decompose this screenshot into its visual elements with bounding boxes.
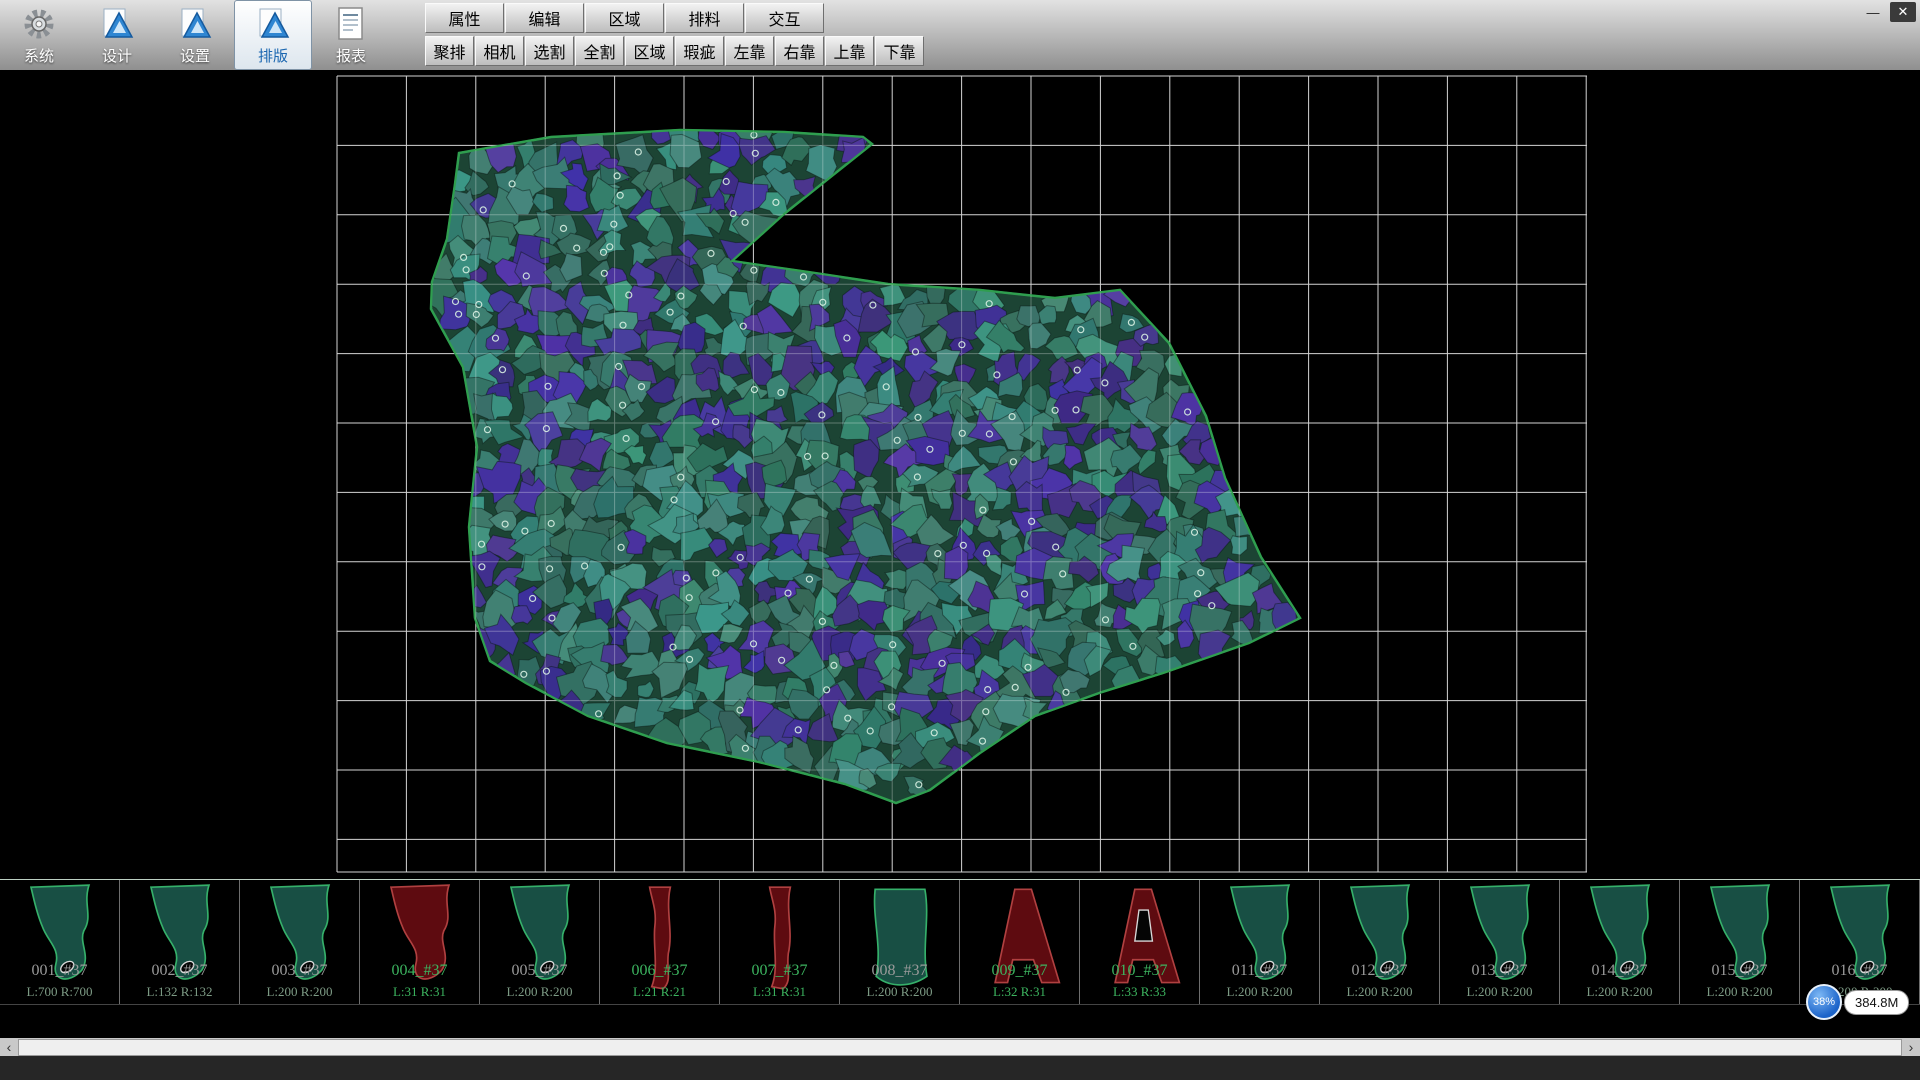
- piece-lr-count: L:32 R:31: [960, 984, 1079, 1000]
- piece-lr-count: L:21 R:21: [600, 984, 719, 1000]
- piece-thumbnail-13[interactable]: 013_#37 L:200 R:200: [1440, 880, 1560, 1004]
- piece-id: 014_#37: [1560, 962, 1679, 980]
- tool-button-cut-all[interactable]: 全割: [575, 36, 624, 66]
- piece-lr-count: L:132 R:132: [120, 984, 239, 1000]
- main-button-design[interactable]: 设计: [78, 0, 156, 70]
- tool-button-bar: 聚排相机选割全割区域瑕疵左靠右靠上靠下靠: [425, 36, 924, 66]
- piece-id: 006_#37: [600, 962, 719, 980]
- piece-lr-count: L:200 R:200: [840, 984, 959, 1000]
- nesting-canvas[interactable]: [0, 70, 1920, 879]
- piece-id: 008_#37: [840, 962, 959, 980]
- menu-tab-nesting[interactable]: 排料: [665, 3, 744, 33]
- piece-thumbnail-8[interactable]: 008_#37 L:200 R:200: [840, 880, 960, 1004]
- tool-button-region[interactable]: 区域: [625, 36, 674, 66]
- piece-id: 007_#37: [720, 962, 839, 980]
- scroll-right-arrow[interactable]: ›: [1902, 1038, 1920, 1056]
- piece-id: 001_#37: [0, 962, 119, 980]
- nesting-svg: [0, 70, 1920, 879]
- tool-button-snap-top[interactable]: 上靠: [825, 36, 874, 66]
- main-toolbar: 系统 设计 设置 排版 报表: [0, 0, 390, 70]
- main-button-system[interactable]: 系统: [0, 0, 78, 70]
- piece-lr-count: L:200 R:200: [480, 984, 599, 1000]
- window-controls: — ✕: [1860, 2, 1916, 22]
- piece-thumbnail-10[interactable]: 010_#37 L:33 R:33: [1080, 880, 1200, 1004]
- app-window: 系统设计设置排版报表 属性编辑区域排料交互 聚排相机选割全割区域瑕疵左靠右靠上靠…: [0, 0, 1920, 1080]
- scroll-left-arrow[interactable]: ‹: [0, 1038, 18, 1056]
- piece-lr-count: L:200 R:200: [1560, 984, 1679, 1000]
- piece-id: 010_#37: [1080, 962, 1199, 980]
- main-button-label: 设计: [102, 45, 132, 66]
- bottom-fill: [0, 1056, 1920, 1080]
- piece-thumbnail-14[interactable]: 014_#37 L:200 R:200: [1560, 880, 1680, 1004]
- menu-tab-bar: 属性编辑区域排料交互: [425, 3, 824, 33]
- piece-thumbnail-12[interactable]: 012_#37 L:200 R:200: [1320, 880, 1440, 1004]
- piece-thumbnail-1[interactable]: 001_#37 L:700 R:700: [0, 880, 120, 1004]
- tool-button-select-cut[interactable]: 选割: [525, 36, 574, 66]
- piece-id: 013_#37: [1440, 962, 1559, 980]
- piece-lr-count: L:200 R:200: [1680, 984, 1799, 1000]
- minimize-button[interactable]: —: [1860, 2, 1886, 22]
- main-button-settings[interactable]: 设置: [156, 0, 234, 70]
- horizontal-scrollbar[interactable]: ‹ ›: [0, 1038, 1920, 1056]
- main-button-label: 设置: [180, 45, 210, 66]
- piece-id: 009_#37: [960, 962, 1079, 980]
- tool-button-snap-right[interactable]: 右靠: [775, 36, 824, 66]
- status-float: 38% 384.8M: [1806, 984, 1909, 1020]
- piece-id: 002_#37: [120, 962, 239, 980]
- piece-thumbnail-6[interactable]: 006_#37 L:21 R:21: [600, 880, 720, 1004]
- tool-button-defect[interactable]: 瑕疵: [675, 36, 724, 66]
- menu-tab-region[interactable]: 区域: [585, 3, 664, 33]
- piece-lr-count: L:200 R:200: [1320, 984, 1439, 1000]
- piece-id: 015_#37: [1680, 962, 1799, 980]
- main-button-label: 系统: [24, 45, 54, 66]
- progress-value: 38%: [1813, 996, 1835, 1008]
- piece-id: 016_#37: [1800, 962, 1919, 980]
- piece-thumbnail-2[interactable]: 002_#37 L:132 R:132: [120, 880, 240, 1004]
- tool-button-snap-bottom[interactable]: 下靠: [875, 36, 924, 66]
- piece-id: 003_#37: [240, 962, 359, 980]
- main-button-report[interactable]: 报表: [312, 0, 390, 70]
- piece-lr-count: L:200 R:200: [240, 984, 359, 1000]
- tool-button-snap-left[interactable]: 左靠: [725, 36, 774, 66]
- piece-lr-count: L:31 R:31: [720, 984, 839, 1000]
- menu-tab-interact[interactable]: 交互: [745, 3, 824, 33]
- progress-badge: 38%: [1806, 984, 1842, 1020]
- piece-lr-count: L:700 R:700: [0, 984, 119, 1000]
- pieces-strip: 001_#37 L:700 R:700002_#37 L:132 R:132003_…: [0, 879, 1920, 1005]
- menu-tab-properties[interactable]: 属性: [425, 3, 504, 33]
- system-gear-icon: [19, 4, 59, 44]
- piece-thumbnail-15[interactable]: 015_#37 L:200 R:200: [1680, 880, 1800, 1004]
- memory-label: 384.8M: [1844, 990, 1909, 1015]
- main-button-layout[interactable]: 排版: [234, 0, 312, 70]
- triangle-ruler-icon: [97, 4, 137, 44]
- piece-id: 004_#37: [360, 962, 479, 980]
- menu-tab-edit[interactable]: 编辑: [505, 3, 584, 33]
- main-button-label: 排版: [258, 45, 288, 66]
- piece-lr-count: L:200 R:200: [1200, 984, 1319, 1000]
- tool-button-cluster-nest[interactable]: 聚排: [425, 36, 474, 66]
- piece-lr-count: L:31 R:31: [360, 984, 479, 1000]
- triangle-ruler-icon: [253, 4, 293, 44]
- piece-thumbnail-5[interactable]: 005_#37 L:200 R:200: [480, 880, 600, 1004]
- ribbon: 系统设计设置排版报表 属性编辑区域排料交互 聚排相机选割全割区域瑕疵左靠右靠上靠…: [0, 0, 1920, 71]
- piece-lr-count: L:33 R:33: [1080, 984, 1199, 1000]
- tool-button-camera[interactable]: 相机: [475, 36, 524, 66]
- piece-thumbnail-7[interactable]: 007_#37 L:31 R:31: [720, 880, 840, 1004]
- scrollbar-thumb[interactable]: [18, 1039, 1902, 1056]
- piece-id: 005_#37: [480, 962, 599, 980]
- close-button[interactable]: ✕: [1890, 2, 1916, 22]
- triangle-ruler-icon: [175, 4, 215, 44]
- piece-lr-count: L:200 R:200: [1440, 984, 1559, 1000]
- piece-thumbnail-4[interactable]: 004_#37 L:31 R:31: [360, 880, 480, 1004]
- piece-id: 012_#37: [1320, 962, 1439, 980]
- main-button-label: 报表: [336, 45, 366, 66]
- piece-thumbnail-11[interactable]: 011_#37 L:200 R:200: [1200, 880, 1320, 1004]
- piece-thumbnail-3[interactable]: 003_#37 L:200 R:200: [240, 880, 360, 1004]
- report-doc-icon: [331, 4, 371, 44]
- piece-thumbnail-9[interactable]: 009_#37 L:32 R:31: [960, 880, 1080, 1004]
- piece-id: 011_#37: [1200, 962, 1319, 980]
